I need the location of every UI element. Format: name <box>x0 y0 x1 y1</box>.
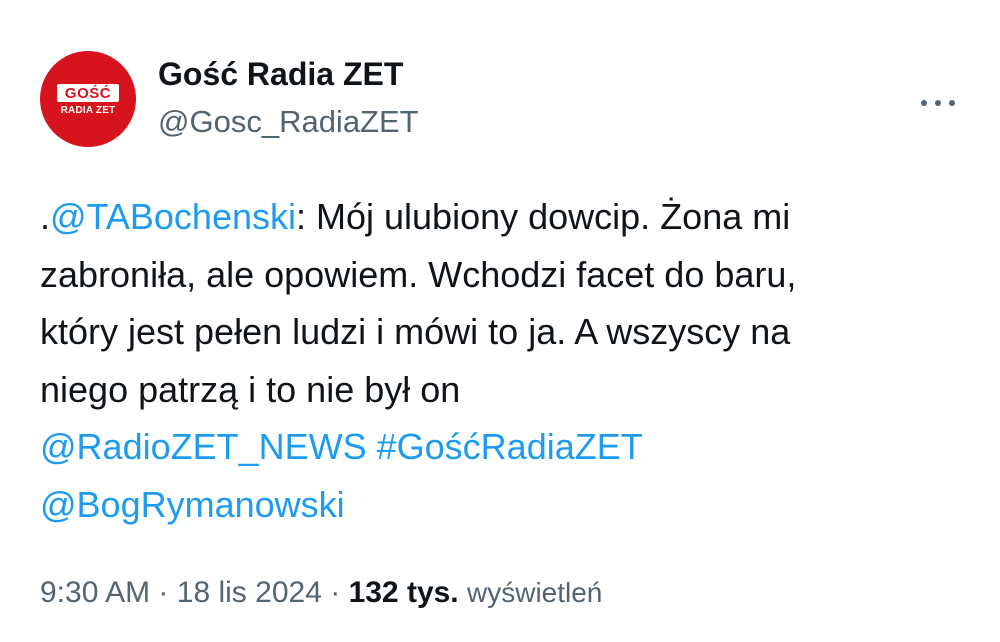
meta-separator-2: · <box>330 576 341 609</box>
tweet-line-1-prefix: . <box>40 196 51 237</box>
meta-separator: · <box>158 576 169 609</box>
avatar-logo-line1: GOŚĆ <box>57 84 119 102</box>
author-handle[interactable]: @Gosc_RadiaZET <box>158 104 419 140</box>
author-display-name[interactable]: Gość Radia ZET <box>158 56 403 93</box>
tweet-meta: 9:30 AM · 18 lis 2024 · 132 tys. wyświet… <box>40 576 602 610</box>
mention-radiozet-news-link[interactable]: @RadioZET_NEWS <box>40 426 367 467</box>
tweet-line-3: który jest pełen ludzi i mówi to ja. A w… <box>40 311 791 352</box>
tweet-line-5: @RadioZET_NEWS #GośćRadiaZET <box>40 418 970 476</box>
avatar[interactable]: GOŚĆ RADIA ZET <box>40 51 136 147</box>
mention-bogrymanowski-link[interactable]: @BogRymanowski <box>40 484 345 525</box>
tweet-line-6: @BogRymanowski <box>40 476 970 534</box>
tweet-line-1: .@TABochenski: Mój ulubiony dowcip. Żona… <box>40 188 970 246</box>
tweet-line-4: niego patrzą i to nie był on <box>40 368 461 410</box>
tweet-date-link[interactable]: 18 lis 2024 <box>177 576 322 609</box>
mention-tabochenski-link[interactable]: @TABochenski <box>50 196 296 237</box>
tweet-card: GOŚĆ RADIA ZET Gość Radia ZET @Gosc_Radi… <box>0 0 1000 642</box>
views-label: wyświetleń <box>467 577 603 608</box>
tweet-line-2: zabroniła, ale opowiem. Wchodzi facet do… <box>40 253 797 295</box>
avatar-logo: GOŚĆ RADIA ZET <box>51 84 125 116</box>
views-count: 132 tys. <box>348 576 459 609</box>
tweet-text: .@TABochenski: Mój ulubiony dowcip. Żona… <box>40 188 970 533</box>
more-options-button[interactable] <box>914 84 962 120</box>
tweet-time-link[interactable]: 9:30 AM <box>40 576 150 609</box>
avatar-logo-line2: RADIA ZET <box>60 105 116 116</box>
hashtag-goscradiazet-link[interactable]: #GośćRadiaZET <box>377 426 643 467</box>
tweet-line-1-text: : Mój ulubiony dowcip. Żona mi <box>296 196 791 237</box>
